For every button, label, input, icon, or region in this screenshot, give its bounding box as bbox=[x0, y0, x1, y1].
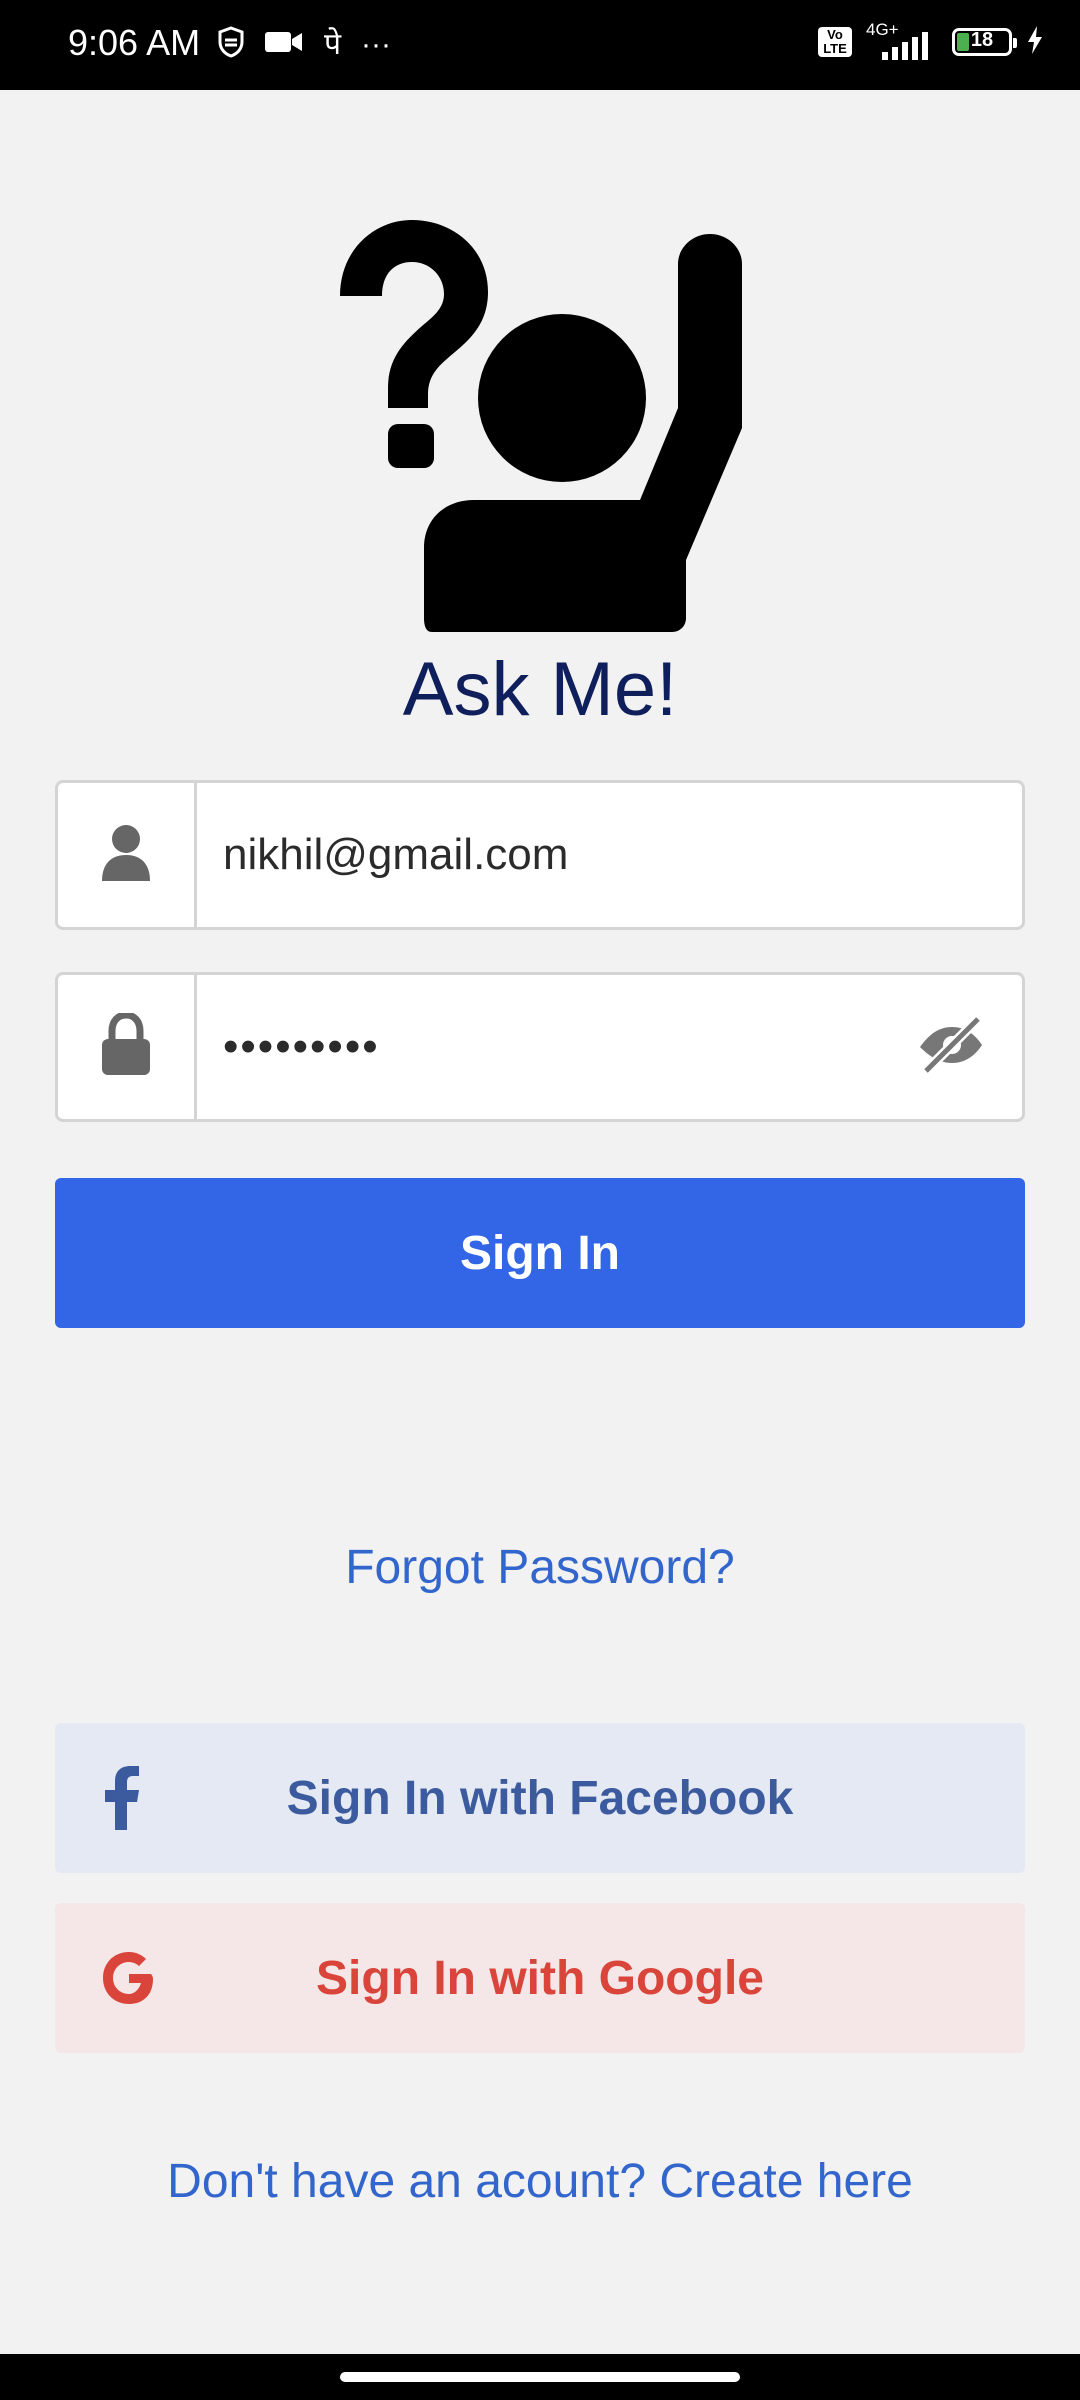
create-account-link[interactable]: Don't have an acount? Create here bbox=[0, 2154, 1080, 2209]
status-left-icons: पे ··· bbox=[218, 26, 391, 63]
more-icon: ··· bbox=[361, 27, 392, 61]
google-icon bbox=[101, 1903, 157, 2053]
facebook-icon bbox=[101, 1723, 141, 1873]
app-title: Ask Me! bbox=[402, 647, 678, 732]
google-sign-in-button[interactable]: Sign In with Google bbox=[55, 1903, 1025, 2053]
pe-icon: पे bbox=[324, 27, 342, 61]
forgot-password-link[interactable]: Forgot Password? bbox=[0, 1540, 1080, 1595]
battery-icon: 18 bbox=[952, 28, 1017, 56]
home-gesture-handle[interactable] bbox=[340, 2372, 740, 2382]
charging-icon bbox=[1026, 25, 1044, 60]
password-prefix bbox=[58, 975, 197, 1119]
shield-icon bbox=[218, 26, 244, 63]
sign-in-button[interactable]: Sign In bbox=[55, 1178, 1025, 1328]
user-icon bbox=[100, 823, 152, 888]
eye-slash-icon[interactable] bbox=[916, 1014, 986, 1080]
facebook-sign-in-button[interactable]: Sign In with Facebook bbox=[55, 1723, 1025, 1873]
google-label: Sign In with Google bbox=[316, 1951, 764, 2005]
toggle-visibility[interactable] bbox=[916, 975, 986, 1119]
status-right: Vo LTE 4G+ 18 bbox=[818, 20, 1044, 62]
email-field[interactable]: nikhil@gmail.com bbox=[55, 780, 1025, 930]
password-input[interactable]: ••••••••• bbox=[223, 975, 912, 1119]
volte-icon: Vo LTE bbox=[818, 27, 852, 57]
battery-level: 18 bbox=[970, 29, 994, 51]
person-question-icon bbox=[330, 218, 750, 643]
video-icon bbox=[264, 28, 304, 61]
signal-icon: 4G+ bbox=[866, 20, 938, 62]
lock-icon bbox=[100, 1010, 152, 1082]
email-input[interactable]: nikhil@gmail.com bbox=[223, 783, 912, 927]
status-time: 9:06 AM bbox=[68, 22, 201, 63]
status-bar: 9:06 AM पे ··· Vo LTE 4G+ 18 bbox=[0, 0, 1080, 90]
facebook-label: Sign In with Facebook bbox=[286, 1771, 794, 1825]
email-prefix bbox=[58, 783, 197, 927]
password-field[interactable]: ••••••••• bbox=[55, 972, 1025, 1122]
navigation-bar bbox=[0, 2354, 1080, 2400]
